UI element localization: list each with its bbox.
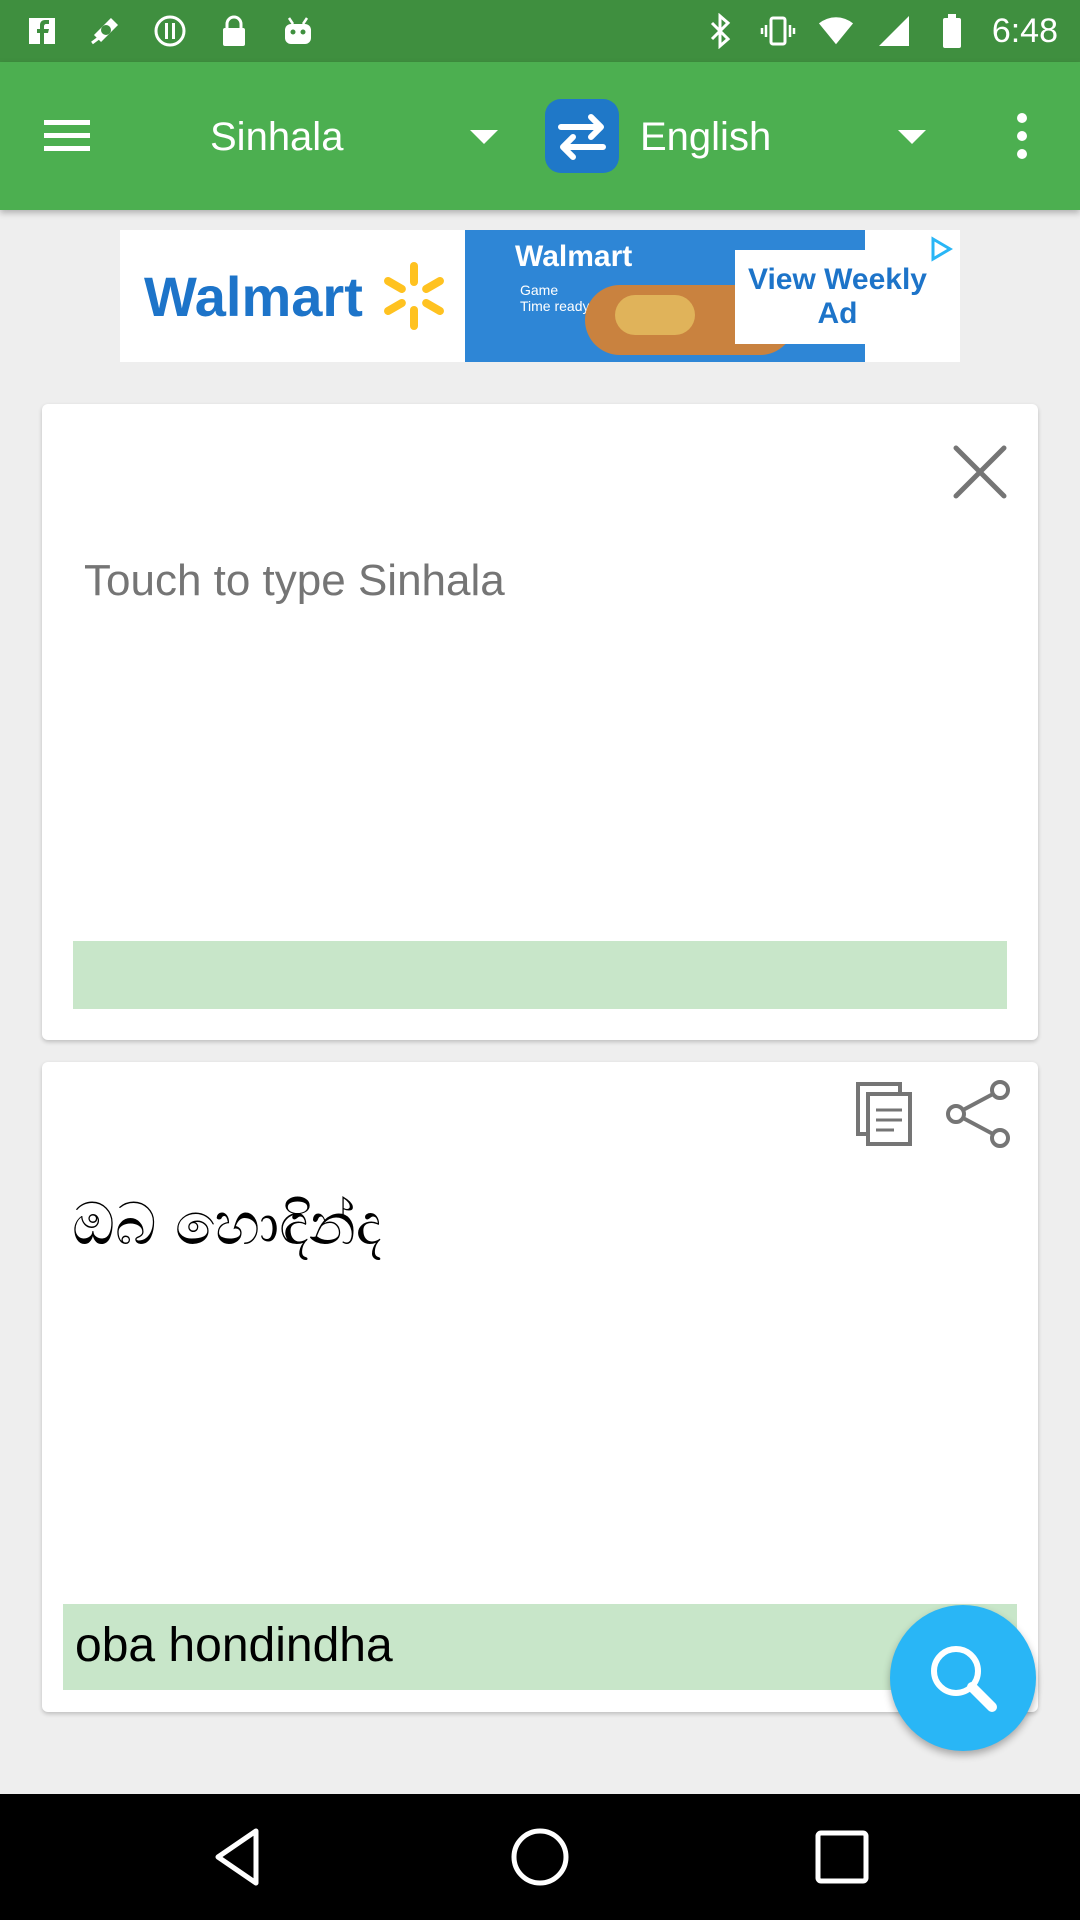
copy-icon [856, 1082, 912, 1146]
home-circle-icon [511, 1828, 569, 1886]
battery-icon [934, 13, 970, 49]
clock: 6:48 [991, 11, 1058, 50]
ad-choices-icon[interactable] [928, 236, 954, 262]
target-language-label: English [640, 115, 772, 159]
ad-cta-label: View Weekly Ad [747, 263, 927, 330]
clear-input-button[interactable] [942, 434, 1018, 510]
swap-languages-button[interactable] [545, 99, 619, 173]
back-button[interactable] [200, 1819, 276, 1895]
copy-button[interactable] [848, 1076, 920, 1148]
home-button[interactable] [502, 1819, 578, 1895]
status-bar: 6:48 [0, 0, 1080, 62]
swap-arrows-icon [558, 114, 606, 160]
share-icon [946, 1080, 1010, 1148]
search-icon [931, 1646, 997, 1712]
input-card: Touch to type Sinhala [42, 404, 1038, 1040]
close-icon [953, 445, 1007, 499]
input-field[interactable]: Touch to type Sinhala [84, 556, 505, 606]
drinks-image [615, 295, 695, 335]
system-navigation-bar [0, 1794, 1080, 1920]
ad-middle-sub: Game Time ready [520, 282, 590, 314]
input-transliteration-bar [73, 941, 1007, 1009]
translation-text: ඔබ හොඳින්ද [72, 1190, 382, 1258]
target-language-dropdown[interactable]: English [640, 104, 940, 170]
transliteration-bar: oba hondindha [63, 1604, 1017, 1690]
search-fab-button[interactable] [890, 1605, 1036, 1751]
alert-circle-icon [152, 13, 188, 49]
android-icon [280, 13, 316, 49]
transliteration-text: oba hondindha [75, 1619, 393, 1672]
banner-ad[interactable]: Walmart Walmart Game Time ready View Wee… [120, 230, 960, 362]
signal-icon [876, 13, 912, 49]
share-button[interactable] [942, 1076, 1018, 1152]
recent-apps-button[interactable] [804, 1819, 880, 1895]
chevron-down-icon [898, 130, 926, 144]
bluetooth-icon [702, 13, 738, 49]
output-card: ඔබ හොඳින්ද oba hondindha [42, 1062, 1038, 1712]
recent-apps-square-icon [815, 1830, 869, 1884]
chevron-down-icon [470, 130, 498, 144]
app-toolbar: Sinhala English [0, 62, 1080, 210]
wifi-icon [818, 13, 854, 49]
ad-middle-brand: Walmart [515, 240, 633, 273]
walmart-spark-icon [384, 262, 444, 330]
vibrate-icon [760, 13, 796, 49]
source-language-dropdown[interactable]: Sinhala [210, 104, 510, 170]
ad-brand: Walmart [144, 265, 363, 328]
back-triangle-icon [215, 1828, 259, 1886]
satellite-fake-gps-icon [88, 13, 124, 49]
ad-cta-button[interactable]: View Weekly Ad [735, 250, 940, 344]
hamburger-menu-icon[interactable] [40, 106, 106, 166]
more-options-icon[interactable] [1000, 106, 1044, 166]
lock-icon [216, 13, 252, 49]
facebook-icon [24, 13, 60, 49]
source-language-label: Sinhala [210, 115, 344, 159]
